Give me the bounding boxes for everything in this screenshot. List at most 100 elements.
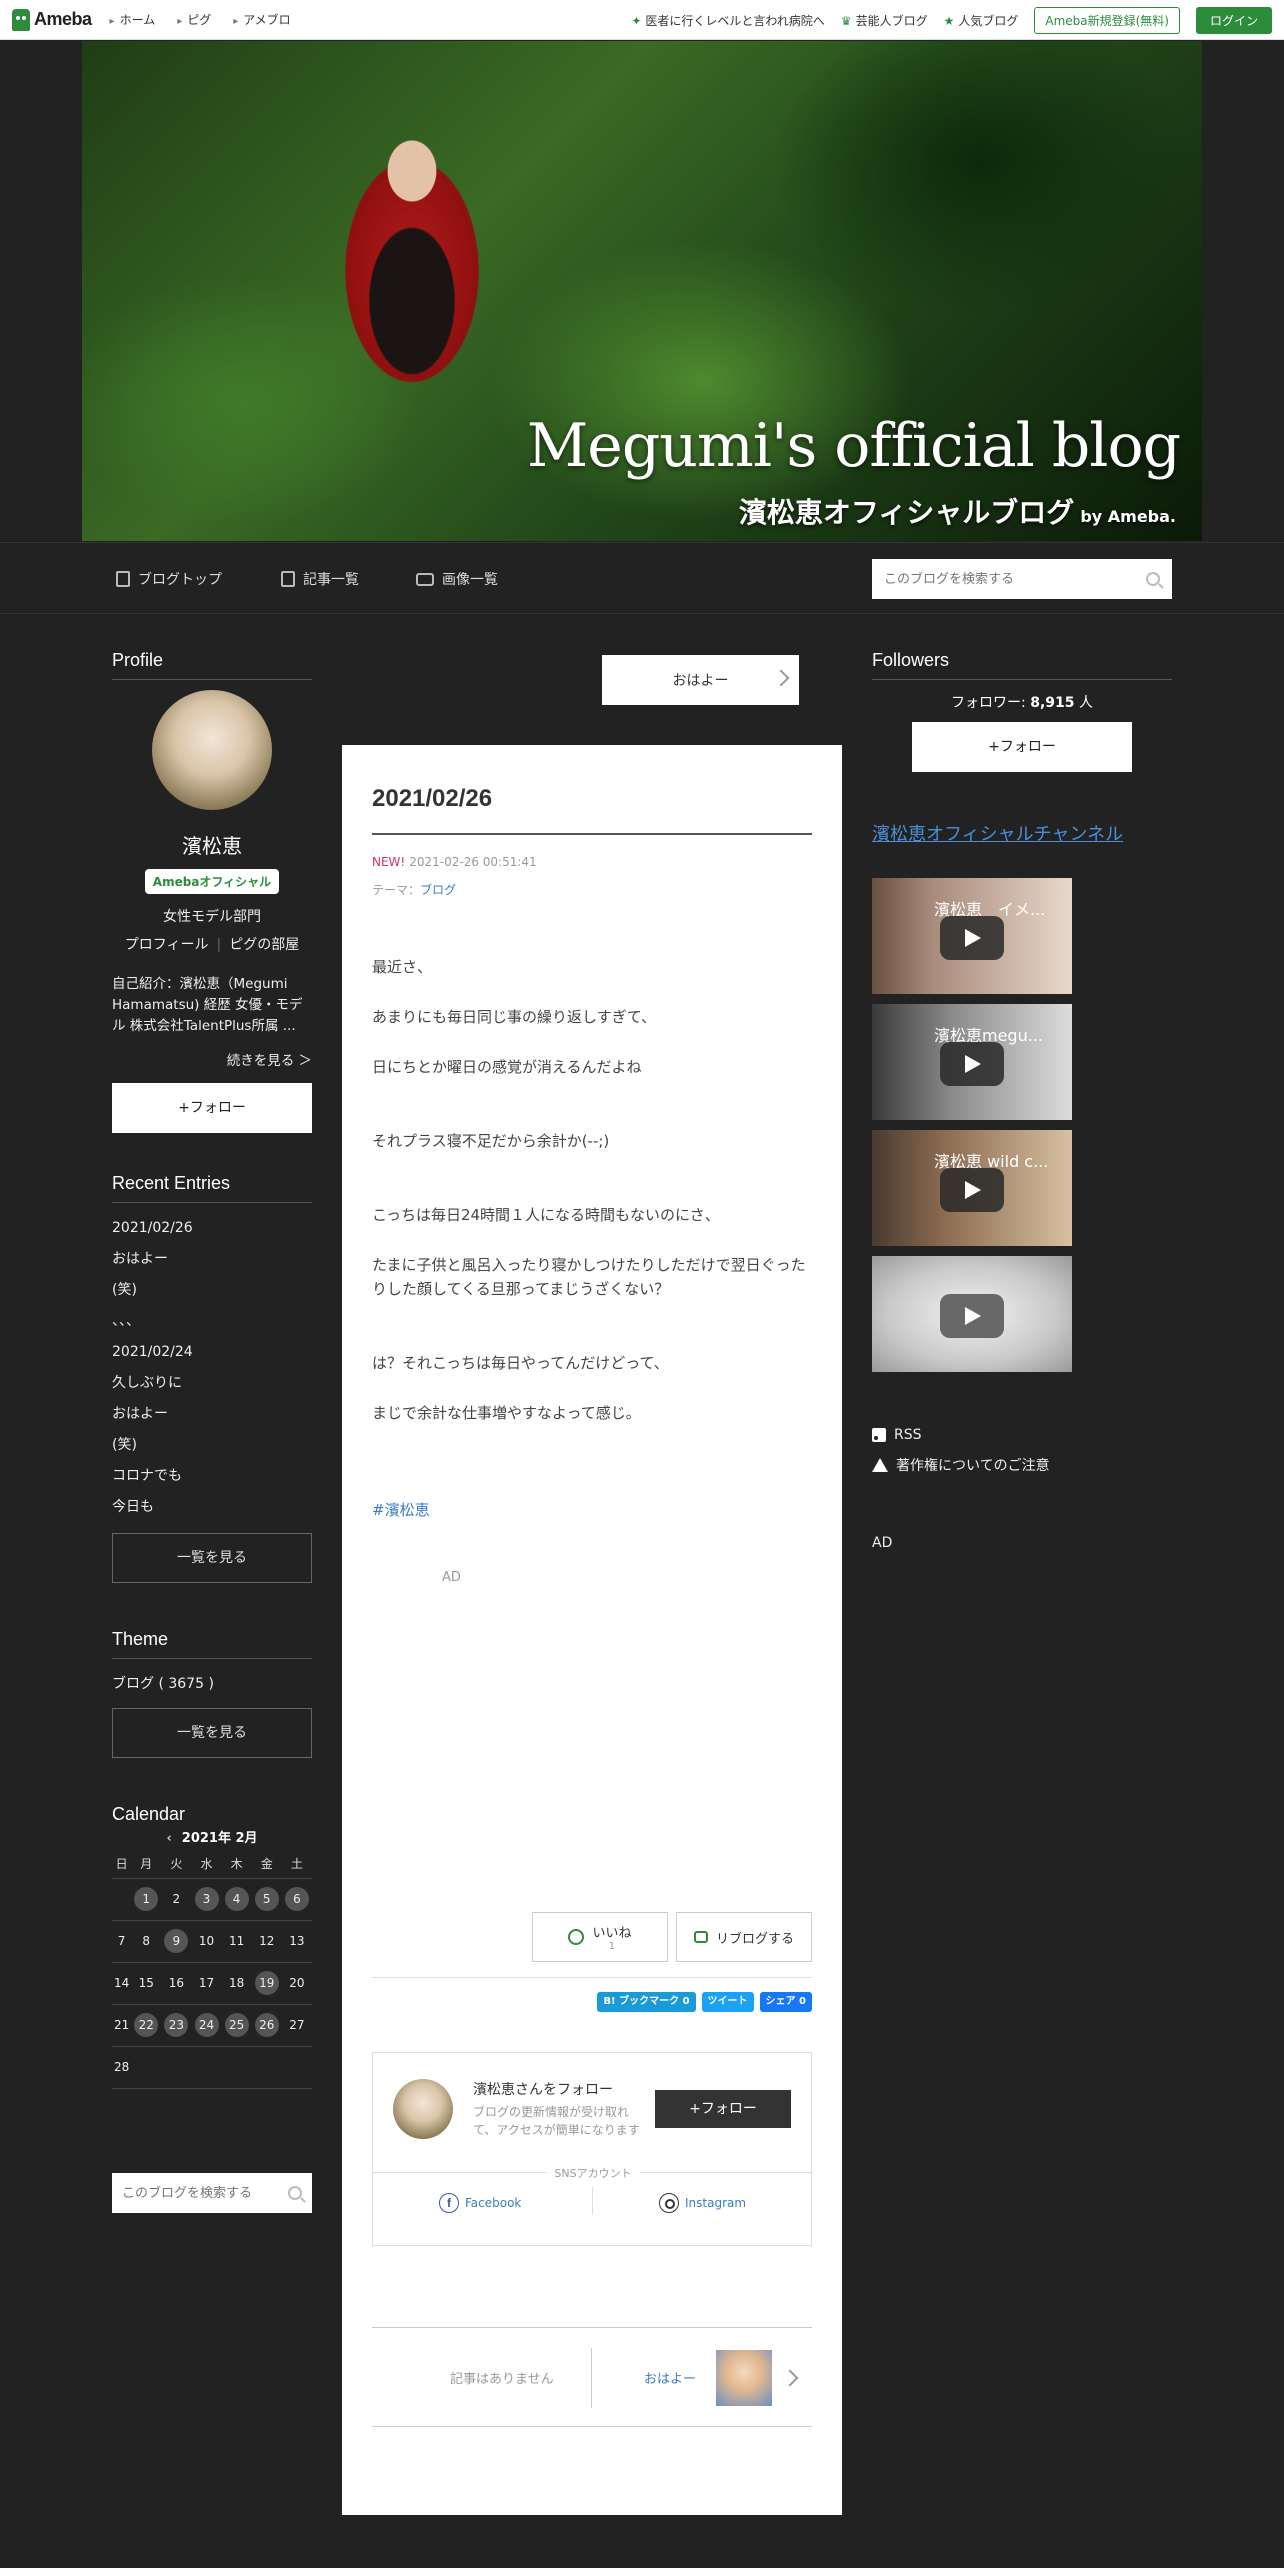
- entry-pager: 記事はありません おはよー: [372, 2327, 812, 2427]
- profile-avatar[interactable]: [152, 690, 272, 810]
- search-icon[interactable]: [288, 2186, 302, 2200]
- list-item[interactable]: (笑): [112, 1275, 312, 1306]
- chevron-right-icon[interactable]: [781, 2369, 799, 2387]
- calendar-day-link[interactable]: 9: [164, 1929, 189, 1953]
- list-item[interactable]: (笑): [112, 1430, 312, 1461]
- calendar-weekday: 日: [112, 1850, 132, 1879]
- video-thumbnail[interactable]: 濱松恵 イメ...: [872, 878, 1072, 994]
- calendar-week: 123456: [112, 1878, 312, 1921]
- calendar-day-link[interactable]: 5: [254, 1887, 279, 1911]
- list-item[interactable]: おはよー: [112, 1244, 312, 1275]
- nav-ameblo[interactable]: アメブロ: [233, 11, 290, 28]
- list-item[interactable]: 久しぶりに: [112, 1368, 312, 1399]
- nav-blog-top[interactable]: ブログトップ: [116, 569, 222, 589]
- reblog-icon: [693, 1931, 708, 1943]
- pigg-room-link[interactable]: ピグの部屋: [229, 937, 299, 953]
- next-entry-top-button[interactable]: おはよー: [602, 655, 799, 705]
- calendar-day[interactable]: 25: [221, 2004, 252, 2047]
- nav-image-list[interactable]: 画像一覧: [416, 569, 498, 589]
- list-item[interactable]: 今日も: [112, 1492, 312, 1523]
- left-search-box: [112, 2173, 312, 2213]
- calendar-day-link[interactable]: 3: [194, 1887, 219, 1911]
- calendar-day[interactable]: 24: [191, 2004, 222, 2047]
- calendar-day-link[interactable]: 22: [134, 2013, 159, 2037]
- calendar-day-number: 21: [113, 2018, 130, 2032]
- promo-link-2[interactable]: ♛ 芸能人ブログ: [841, 12, 928, 29]
- calendar-day: [191, 2046, 222, 2089]
- copyright-notice-link[interactable]: 著作権についてのご注意: [872, 1455, 1172, 1475]
- nav-home[interactable]: ホーム: [110, 11, 156, 28]
- video-thumbnail[interactable]: [872, 1256, 1072, 1372]
- calendar-day[interactable]: 26: [251, 2004, 282, 2047]
- calendar-day-number: 28: [113, 2060, 130, 2074]
- instagram-link[interactable]: Instagram: [659, 2193, 746, 2213]
- reblog-button[interactable]: リブログする: [676, 1912, 812, 1962]
- like-button[interactable]: いいね 1: [532, 1912, 668, 1962]
- profile-category[interactable]: 女性モデル部門: [112, 906, 312, 926]
- calendar-day-link[interactable]: 23: [164, 2013, 189, 2037]
- nav-entry-list[interactable]: 記事一覧: [281, 569, 359, 589]
- next-entry-link[interactable]: おはよー: [644, 2368, 696, 2387]
- calendar-day[interactable]: 22: [131, 2004, 162, 2047]
- hatena-bookmark-button[interactable]: B! ブックマーク 0: [597, 1992, 696, 2012]
- sns-label: SNSアカウント: [373, 2165, 813, 2181]
- calendar-day[interactable]: 19: [251, 1962, 282, 2005]
- followers-follow-button[interactable]: +フォロー: [912, 722, 1132, 772]
- followers-unit: 人: [1074, 695, 1093, 711]
- official-channel-link[interactable]: 濱松恵オフィシャルチャンネル: [872, 820, 1172, 846]
- theme-link[interactable]: ブログ: [420, 883, 456, 897]
- register-button[interactable]: Ameba新規登録(無料): [1034, 6, 1180, 34]
- list-item[interactable]: おはよー: [112, 1399, 312, 1430]
- left-search-input[interactable]: [122, 2185, 288, 2201]
- profile-more-link[interactable]: 続きを見る ＞: [112, 1049, 312, 1069]
- calendar-day-link[interactable]: 19: [254, 1971, 279, 1995]
- calendar-day-link[interactable]: 26: [254, 2013, 279, 2037]
- recent-more-button[interactable]: 一覧を見る: [112, 1533, 312, 1583]
- list-item[interactable]: 2021/02/24: [112, 1337, 312, 1368]
- nav-pigg[interactable]: ピグ: [177, 11, 211, 28]
- video-thumbnail[interactable]: 濱松恵megu...: [872, 1004, 1072, 1120]
- calendar-day-link[interactable]: 25: [224, 2013, 249, 2037]
- tweet-button[interactable]: ツイート: [701, 1992, 754, 2012]
- calendar-day-link[interactable]: 24: [194, 2013, 219, 2037]
- follow-card-follow-button[interactable]: +フォロー: [655, 2090, 791, 2128]
- avatar[interactable]: [393, 2079, 453, 2139]
- calendar-day[interactable]: 6: [281, 1878, 312, 1921]
- blog-header-image[interactable]: Megumi's official blog 濱松恵オフィシャルブログ by Am…: [82, 41, 1202, 541]
- facebook-share-button[interactable]: シェア 0: [759, 1992, 812, 2012]
- promo-link-1[interactable]: ✦ 医者に行くレベルと言われ病院へ: [631, 12, 824, 29]
- calendar-day: 17: [191, 1962, 222, 2005]
- login-button[interactable]: ログイン: [1195, 6, 1272, 34]
- star-icon: ★: [943, 13, 955, 28]
- smile-icon: [568, 1929, 585, 1945]
- video-thumbnail[interactable]: 濱松恵 wild c...: [872, 1130, 1072, 1246]
- facebook-link[interactable]: f Facebook: [439, 2193, 521, 2213]
- search-icon[interactable]: [1146, 572, 1160, 586]
- calendar-day[interactable]: 1: [131, 1878, 162, 1921]
- blog-search-input[interactable]: [884, 571, 1146, 587]
- ameba-logo[interactable]: Ameba: [12, 8, 92, 31]
- promo-link-3[interactable]: ★ 人気ブログ: [944, 12, 1019, 29]
- profile-follow-button[interactable]: +フォロー: [112, 1083, 312, 1133]
- theme-item[interactable]: ブログ ( 3675 ): [112, 1669, 312, 1700]
- calendar-day[interactable]: 5: [251, 1878, 282, 1921]
- chevron-left-icon[interactable]: ‹: [166, 1831, 171, 1846]
- calendar-day-link[interactable]: 4: [224, 1887, 249, 1911]
- calendar-day[interactable]: 23: [161, 2004, 192, 2047]
- list-item[interactable]: コロナでも: [112, 1461, 312, 1492]
- profile-link[interactable]: プロフィール: [125, 937, 209, 953]
- article-title[interactable]: 2021/02/26: [372, 785, 812, 835]
- list-item[interactable]: 2021/02/26: [112, 1213, 312, 1244]
- list-item[interactable]: 、、、: [112, 1306, 312, 1337]
- calendar-day-link[interactable]: 1: [134, 1887, 159, 1911]
- hashtag-link[interactable]: #濱松恵: [372, 1499, 812, 1520]
- rss-link[interactable]: RSS: [872, 1427, 1172, 1443]
- calendar-day[interactable]: 9: [161, 1920, 192, 1963]
- theme-more-button[interactable]: 一覧を見る: [112, 1708, 312, 1758]
- next-entry-thumbnail[interactable]: [716, 2350, 772, 2406]
- calendar-day[interactable]: 4: [221, 1878, 252, 1921]
- blog-title-ja-text: 濱松恵オフィシャルブログ: [738, 496, 1075, 529]
- calendar-day-link[interactable]: 6: [284, 1887, 309, 1911]
- calendar-day[interactable]: 3: [191, 1878, 222, 1921]
- profile-name[interactable]: 濱松恵: [112, 830, 312, 859]
